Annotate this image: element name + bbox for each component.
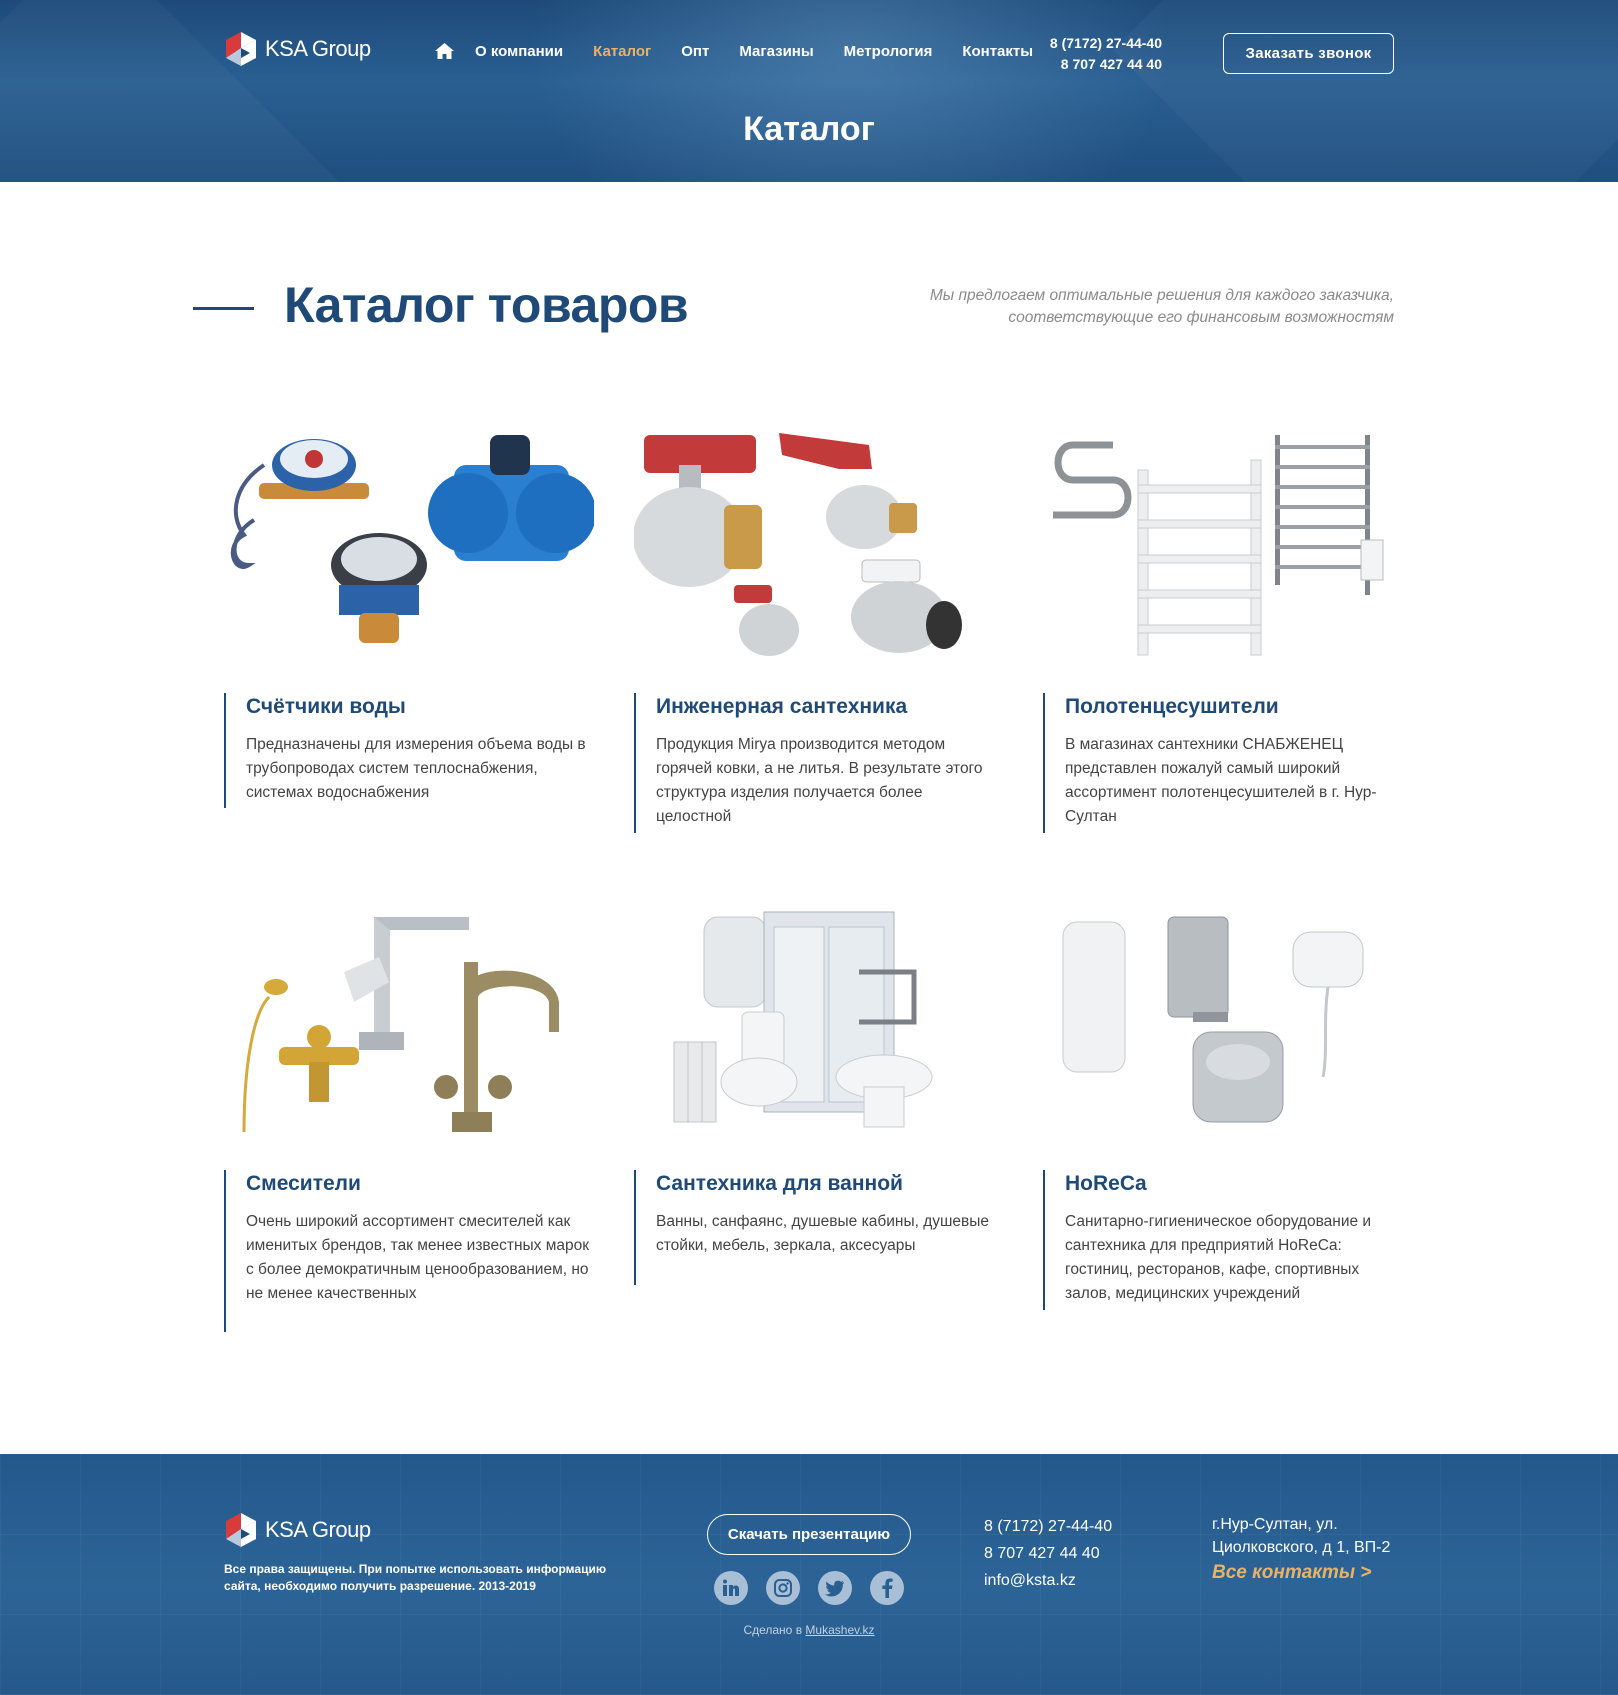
nav-item-about[interactable]: О компании xyxy=(475,43,563,60)
nav-item-metrology[interactable]: Метрология xyxy=(844,43,933,60)
footer-email[interactable]: info@ksta.kz xyxy=(984,1567,1112,1594)
catalog-title: Каталог товаров xyxy=(284,277,689,333)
nav-item-wholesale[interactable]: Опт xyxy=(681,43,709,60)
card-title[interactable]: Смесители xyxy=(246,1172,594,1196)
social-links xyxy=(714,1571,922,1605)
nav-item-shops[interactable]: Магазины xyxy=(739,43,813,60)
nav-item-contacts[interactable]: Контакты xyxy=(962,43,1033,60)
towel-warmers-image[interactable] xyxy=(1043,425,1413,665)
catalog-subtitle: Мы предлогаем оптимальные решения для ка… xyxy=(850,285,1394,329)
footer-address: г.Нур-Султан, ул. Циолковского, д 1, ВП-… xyxy=(1212,1513,1412,1559)
card-description: Санитарно-гигиеническое оборудование и с… xyxy=(1065,1213,1372,1302)
card-title[interactable]: Счётчики воды xyxy=(246,695,594,719)
footer-logo[interactable]: KSA Group xyxy=(224,1512,371,1548)
section-divider-line xyxy=(193,307,254,310)
mixers-image[interactable] xyxy=(224,902,594,1142)
made-by-prefix: Сделано в xyxy=(743,1623,803,1637)
card-title[interactable]: Сантехника для ванной xyxy=(656,1172,1004,1196)
ball-valves-image[interactable] xyxy=(633,425,1004,665)
header-phone-2[interactable]: 8 707 427 44 40 xyxy=(1030,54,1162,75)
footer-contacts: 8 (7172) 27-44-40 8 707 427 44 40 info@k… xyxy=(984,1513,1112,1594)
site-footer: KSA Group Все права защищены. При попытк… xyxy=(0,1454,1618,1695)
logo-text: KSA Group xyxy=(265,1517,371,1542)
site-header: KSA Group О компании Каталог Опт Магазин… xyxy=(0,0,1618,182)
header-decoration xyxy=(0,0,387,182)
ksa-logo-icon xyxy=(224,1512,258,1548)
card-text: Полотенцесушители В магазинах сантехники… xyxy=(1043,693,1413,833)
card-title[interactable]: HoReCa xyxy=(1065,1172,1413,1196)
header-decoration xyxy=(1113,0,1618,182)
ksa-logo-icon xyxy=(224,31,258,67)
header-phone-1[interactable]: 8 (7172) 27-44-40 xyxy=(1030,33,1162,54)
card-description: Очень широкий ассортимент смесителей как… xyxy=(246,1213,590,1302)
card-text: Инженерная сантехника Продукция Mirya пр… xyxy=(634,693,1004,833)
catalog-subtitle-line: Мы предлогаем оптимальные решения для ка… xyxy=(929,287,1394,304)
download-presentation-button[interactable]: Скачать презентацию xyxy=(707,1514,911,1555)
header-phones: 8 (7172) 27-44-40 8 707 427 44 40 xyxy=(1030,33,1162,75)
card-description: Ванны, санфаянс, душевые кабины, душевые… xyxy=(656,1213,990,1254)
linkedin-icon[interactable] xyxy=(714,1571,748,1605)
card-description: Продукция Mirya производится методом гор… xyxy=(656,736,983,825)
bathroom-image[interactable] xyxy=(634,902,1004,1142)
card-description: Предназначены для измерения объема воды … xyxy=(246,736,586,801)
catalog-subtitle-line: соответствующие его финансовым возможнос… xyxy=(1008,309,1394,326)
card-title[interactable]: Инженерная сантехника xyxy=(656,695,1004,719)
facebook-icon[interactable] xyxy=(870,1571,904,1605)
home-icon[interactable] xyxy=(435,42,455,60)
card-title[interactable]: Полотенцесушители xyxy=(1065,695,1413,719)
address-line: Циолковского, д 1, ВП-2 xyxy=(1212,1539,1391,1556)
callback-button[interactable]: Заказать звонок xyxy=(1223,33,1394,74)
footer-phone-1[interactable]: 8 (7172) 27-44-40 xyxy=(984,1513,1112,1540)
card-text: Сантехника для ванной Ванны, санфаянс, д… xyxy=(634,1170,1004,1285)
footer-phone-2[interactable]: 8 707 427 44 40 xyxy=(984,1540,1112,1567)
main-nav: О компании Каталог Опт Магазины Метролог… xyxy=(435,42,1063,60)
page-title: Каталог xyxy=(743,110,875,148)
card-description: В магазинах сантехники СНАБЖЕНЕЦ предста… xyxy=(1065,736,1377,825)
address-line: г.Нур-Султан, ул. xyxy=(1212,1516,1338,1533)
card-text: Счётчики воды Предназначены для измерени… xyxy=(224,693,594,808)
card-text: HoReCa Санитарно-гигиеническое оборудова… xyxy=(1043,1170,1413,1310)
copyright-text: Все права защищены. При попытке использо… xyxy=(224,1562,607,1593)
instagram-icon[interactable] xyxy=(766,1571,800,1605)
logo-text: KSA Group xyxy=(265,36,371,61)
made-by: Сделано в Mukashev.kz xyxy=(700,1623,918,1637)
twitter-icon[interactable] xyxy=(818,1571,852,1605)
nav-item-catalog[interactable]: Каталог xyxy=(593,43,651,60)
made-by-link[interactable]: Mukashev.kz xyxy=(805,1623,874,1637)
water-meters-image[interactable] xyxy=(224,425,596,665)
horeca-image[interactable] xyxy=(1043,902,1413,1142)
card-text: Смесители Очень широкий ассортимент смес… xyxy=(224,1170,594,1332)
all-contacts-link[interactable]: Все контакты > xyxy=(1212,1562,1371,1584)
header-logo[interactable]: KSA Group xyxy=(224,31,371,67)
